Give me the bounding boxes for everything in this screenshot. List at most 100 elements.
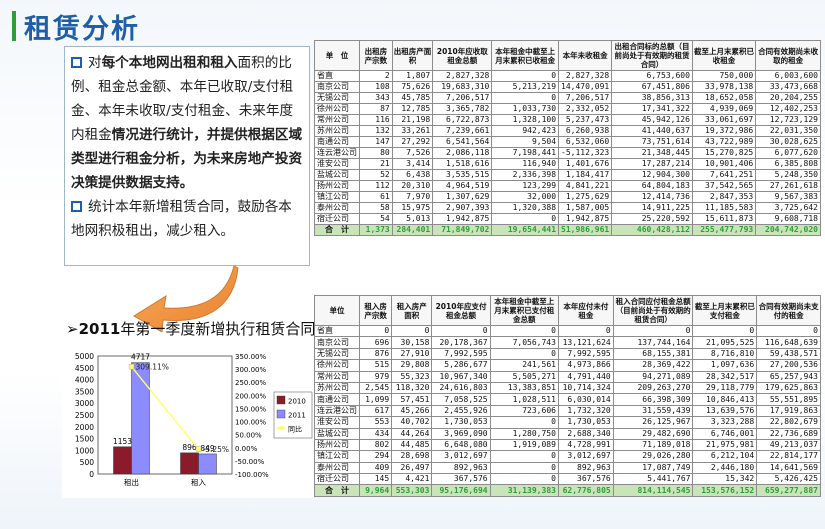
table-cell: 7,239,661 <box>432 125 493 137</box>
bar-value-label: 4717 <box>131 353 150 362</box>
table-cell: 32,000 <box>491 191 560 203</box>
table-cell: 0 <box>489 450 559 463</box>
table-cell: 12,904,300 <box>611 169 693 181</box>
table-cell: 31,139,383 <box>489 484 559 497</box>
table-cell: 57,451 <box>391 393 433 406</box>
unit-cell: 南通公司 <box>314 393 360 406</box>
y2-axis-tick-label: -100.00% <box>235 471 269 479</box>
legend-label: 同比 <box>288 425 302 434</box>
table-cell: 26,497 <box>391 461 433 475</box>
table-row: 南京公司 108 75,626 19,683,310 5,213,219 14,470,0… <box>314 81 821 93</box>
table-cell: 4,841,221 <box>558 180 613 192</box>
table-cell: 5,237,473 <box>558 114 613 126</box>
table-cell: 66,398,309 <box>612 393 694 406</box>
table-row: 常州公司 979 55,323 10,967,340 5,505,271 4,791,44… <box>314 370 821 383</box>
table-cell: 17,919,863 <box>756 404 821 418</box>
table-cell: 6,077,620 <box>755 147 821 159</box>
table-cell: 7,992,595 <box>431 347 491 361</box>
table-header-row: 单位 租入房产宗数 租入房产面积 2010年应支付租金总额 本年租金中截至上月末累积已支… <box>314 295 821 326</box>
table-cell: 553 <box>358 416 393 429</box>
table-cell: 1,730,053 <box>557 416 614 429</box>
column-header: 合同有效期尚未收取的租金 <box>755 40 821 71</box>
table-cell: 2,336,398 <box>491 169 560 181</box>
table-cell: 13,639,576 <box>692 404 758 418</box>
table-cell: 2,847,353 <box>691 191 757 203</box>
table-cell: 7,526 <box>391 147 434 159</box>
legend-swatch <box>276 409 286 419</box>
ratio-value-label: -5.25% <box>203 445 230 454</box>
y-axis-tick-label: 0 <box>89 470 94 479</box>
unit-cell: 徐州公司 <box>314 103 360 115</box>
table-cell: 1,730,053 <box>431 416 491 429</box>
column-header: 单位 <box>314 295 360 326</box>
table-cell: 4,939,069 <box>691 103 757 115</box>
y2-axis-tick-label: 0.00% <box>235 445 258 453</box>
table-cell: 4,791,440 <box>557 370 614 383</box>
table-cell: 21,975,981 <box>692 438 758 452</box>
unit-cell: 连云港公司 <box>314 147 360 159</box>
table-cell: 1,028,511 <box>489 393 559 406</box>
table-cell: 40,702 <box>391 416 433 429</box>
table-cell: 2,907,393 <box>432 202 493 214</box>
table-cell: 0 <box>489 473 559 486</box>
table-cell: 9,608,718 <box>755 213 821 225</box>
table-cell: 6,746,001 <box>692 427 758 440</box>
table-row: 无锡公司 343 45,785 7,206,517 0 7,206,517 38,856,3… <box>314 92 821 104</box>
column-header: 本年租金中截至上月末累积已收租金 <box>491 40 560 71</box>
table-cell: 67,451,806 <box>611 81 693 93</box>
table-cell: 18,652,058 <box>691 92 757 104</box>
legend-label: 2010 <box>288 398 306 406</box>
table-cell: 409 <box>358 461 393 475</box>
unit-cell: 扬州公司 <box>314 180 360 192</box>
table-cell: 6,648,080 <box>431 438 491 452</box>
table-cell: 6,722,873 <box>432 114 493 126</box>
table-cell: 30,028,625 <box>755 136 821 148</box>
title-accent-bar <box>12 11 16 41</box>
table-cell: 87 <box>359 103 393 115</box>
table-cell: 33,978,138 <box>691 81 757 93</box>
table-cell: 55,323 <box>391 370 433 383</box>
y-axis-tick-label: 4000 <box>75 376 94 385</box>
table-row: 徐州公司 87 12,785 3,365,782 1,033,730 2,332,052 1… <box>314 103 821 115</box>
table-cell: 5,505,271 <box>489 370 559 383</box>
table-cell: 942,423 <box>491 125 560 137</box>
table-row: 无锡公司 876 27,910 7,992,595 0 7,992,595 68,155,3… <box>314 347 821 361</box>
legend-marker <box>279 426 283 430</box>
unit-cell: 南京公司 <box>314 81 360 93</box>
table-row: 镇江公司 61 7,970 1,307,629 32,000 1,275,629 12,41… <box>314 191 821 203</box>
square-bullet-icon <box>71 57 82 68</box>
table-cell: 6,438 <box>391 169 434 181</box>
table-cell: 1,587,005 <box>558 202 613 214</box>
table-cell: 2,827,328 <box>432 70 493 82</box>
table-cell: 80 <box>359 147 393 159</box>
chart-caption-text: 年第一季度新增执行租赁合同: <box>120 320 321 338</box>
table-cell: 19,654,441 <box>491 224 560 236</box>
table-cell: 21,095,525 <box>692 336 758 349</box>
table-cell: 132 <box>359 125 393 137</box>
table-cell: 116,940 <box>491 158 560 170</box>
table-cell: 71,849,702 <box>432 224 493 236</box>
table-cell: 14,641,569 <box>756 461 821 475</box>
table-cell: 5,426,425 <box>756 473 821 486</box>
table-cell: 0 <box>358 324 393 338</box>
column-header: 本年应付未付租金 <box>557 295 614 326</box>
table-row: 泰州公司 58 15,975 2,907,393 1,320,388 1,587,005 1… <box>314 202 821 214</box>
table-cell: 1,919,089 <box>489 438 559 452</box>
unit-cell: 合 计 <box>314 224 360 236</box>
summary-paragraph-2: 统计本年新增租赁合同，鼓励各本地网积极租出，减少租入。 <box>71 195 303 243</box>
table-cell: 0 <box>612 324 694 338</box>
table-cell: 44,485 <box>391 438 433 452</box>
table-cell: 62,776,805 <box>557 484 614 497</box>
unit-cell: 无锡公司 <box>314 92 360 104</box>
table-header-row: 单 位出租房产宗数 出租房产面积 2010年应收取租金总额 本年租金中截至上月末累积已… <box>314 40 821 71</box>
table-cell: 0 <box>391 324 433 338</box>
table-cell: 3,725,642 <box>755 202 821 214</box>
unit-cell: 淮安公司 <box>314 416 360 429</box>
table-cell: 3,365,782 <box>432 103 493 115</box>
y-axis-tick-label: 5000 <box>75 352 94 361</box>
table-cell: 255,477,793 <box>691 224 757 236</box>
table-cell: 515 <box>358 359 393 372</box>
table-cell: 22,031,350 <box>755 125 821 137</box>
table-cell: 1,942,875 <box>432 213 493 225</box>
table-cell: 6,532,060 <box>558 136 613 148</box>
